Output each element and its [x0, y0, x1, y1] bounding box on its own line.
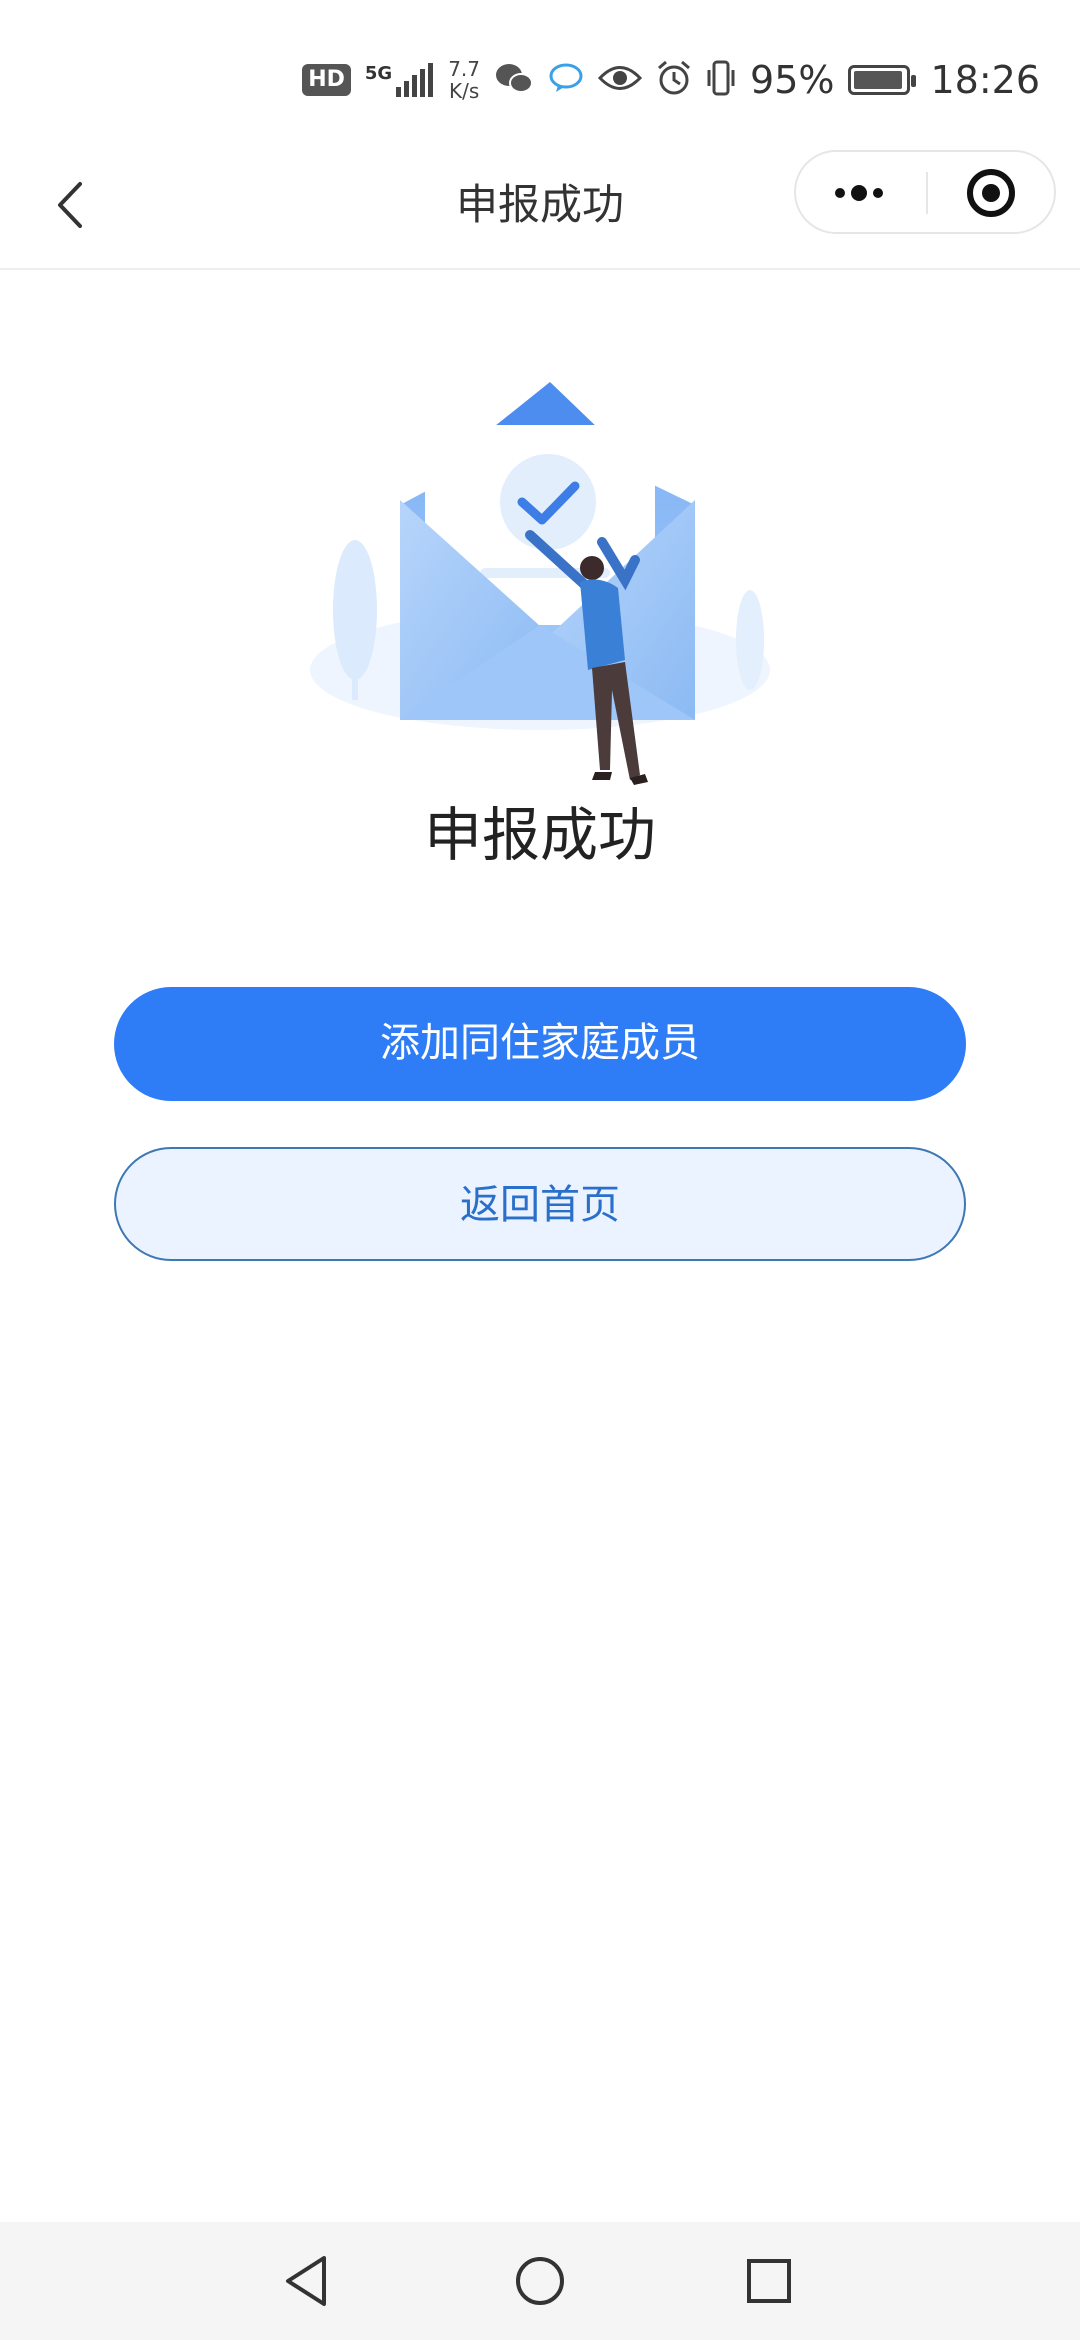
alarm-icon: [656, 60, 692, 100]
network-speed: 7.7 K/s: [448, 57, 481, 103]
back-home-button[interactable]: 返回首页: [114, 1147, 966, 1261]
network-type: 5G: [364, 63, 393, 84]
vibrate-icon: [706, 60, 736, 100]
close-button[interactable]: [928, 152, 1054, 232]
result-title: 申报成功: [423, 801, 656, 869]
system-nav-bar: [0, 2222, 1080, 2340]
status-icons: HD 5G 7.7 K/s 95% 18:26: [302, 52, 1040, 108]
envelope-success-illustration: [300, 370, 780, 800]
more-button[interactable]: [796, 152, 926, 232]
system-home-button[interactable]: [505, 2246, 575, 2316]
miniprogram-capsule: [794, 150, 1056, 234]
status-bar: HD 5G 7.7 K/s 95% 18:26: [0, 0, 1080, 140]
more-dots-icon: [835, 185, 883, 201]
back-triangle-icon: [286, 2256, 326, 2306]
nav-bar: 申报成功: [0, 140, 1080, 270]
home-circle-icon: [516, 2257, 564, 2305]
system-recents-button[interactable]: [734, 2246, 804, 2316]
wechat-icon: [494, 61, 534, 99]
hd-badge: HD: [302, 64, 351, 96]
battery-percent: 95%: [750, 58, 835, 102]
signal-icon: 5G: [365, 63, 434, 97]
recents-square-icon: [747, 2259, 791, 2303]
battery-level-fill: [854, 71, 903, 89]
chat-icon: [548, 61, 584, 99]
battery-icon: [848, 65, 917, 95]
eye-icon: [597, 63, 643, 97]
clock: 18:26: [930, 58, 1040, 102]
add-family-member-button[interactable]: 添加同住家庭成员: [114, 987, 966, 1101]
target-close-icon: [967, 169, 1015, 217]
system-back-button[interactable]: [272, 2246, 342, 2316]
